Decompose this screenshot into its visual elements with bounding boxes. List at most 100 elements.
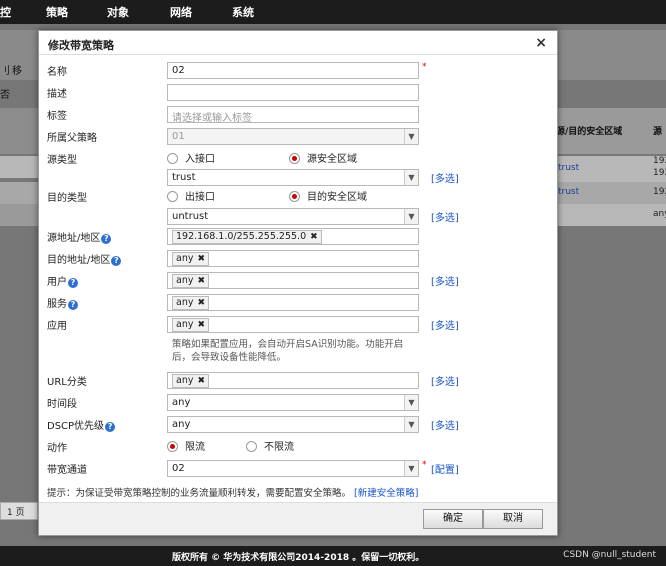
radio-inbound-interface[interactable]: 入接口 — [167, 150, 215, 165]
create-security-policy-link[interactable]: [新建安全策略] — [354, 488, 418, 499]
user-input[interactable]: any ✖ — [167, 272, 419, 289]
radio-destination-zone[interactable]: 目的安全区域 — [289, 188, 367, 203]
radio-source-zone[interactable]: 源安全区域 — [289, 150, 357, 165]
help-icon[interactable]: ? — [101, 234, 112, 244]
radio-dot[interactable] — [167, 153, 178, 164]
table-row-left — [0, 204, 38, 226]
pager[interactable]: 1 页 — [0, 502, 38, 520]
radio-dot-selected[interactable] — [289, 191, 300, 202]
nav-item-system[interactable]: 系统 — [232, 4, 254, 20]
time-range-select[interactable]: any ▼ — [167, 394, 419, 411]
chevron-down-icon[interactable]: ▼ — [404, 417, 418, 432]
service-label: 服务? — [47, 295, 78, 310]
nav-item-policy[interactable]: 策略 — [46, 4, 68, 20]
required-mark: * — [422, 460, 427, 470]
parent-policy-select: 01 ▼ — [167, 128, 419, 145]
tag-label: 标签 — [47, 111, 67, 122]
url-category-label: URL分类 — [47, 377, 87, 388]
chevron-down-icon[interactable]: ▼ — [404, 395, 418, 410]
dialog-title: 修改带宽策略 — [48, 39, 114, 52]
name-input[interactable]: 02 — [167, 62, 419, 79]
bandwidth-channel-select[interactable]: 02 ▼ — [167, 460, 419, 477]
remove-tag-icon[interactable]: ✖ — [197, 298, 205, 308]
destination-zone-select[interactable]: untrust ▼ — [167, 208, 419, 225]
destination-zone-multiselect-link[interactable]: [多选] — [431, 209, 459, 224]
service-input[interactable]: any ✖ — [167, 294, 419, 311]
remove-tag-icon[interactable]: ✖ — [197, 320, 205, 330]
radio-no-limit[interactable]: 不限流 — [246, 438, 294, 453]
radio-dot-selected[interactable] — [167, 441, 178, 452]
required-mark: * — [422, 62, 427, 72]
cancel-button[interactable]: 取消 — [483, 509, 543, 529]
radio-outbound-interface[interactable]: 出接口 — [167, 188, 215, 203]
parent-policy-value: 01 — [172, 131, 185, 142]
application-note: 策略如果配置应用，会自动开启SA识别功能。功能开启后，会导致设备性能降低。 — [172, 339, 404, 363]
description-input[interactable] — [167, 84, 419, 101]
source-address-label: 源地址/地区? — [47, 229, 112, 244]
source-address-input[interactable]: 192.168.1.0/255.255.255.0 ✖ — [167, 228, 419, 245]
toolbar-item-c: 否 — [0, 90, 10, 101]
chevron-down-icon[interactable]: ▼ — [404, 170, 418, 185]
destination-type-label: 目的类型 — [47, 193, 87, 204]
user-label: 用户? — [47, 273, 78, 288]
nav-item-network[interactable]: 网络 — [170, 4, 192, 20]
radio-dot[interactable] — [167, 191, 178, 202]
col-header-src: 源 — [653, 127, 663, 137]
dialog-footer: 确定 取消 — [39, 502, 557, 535]
radio-dot[interactable] — [246, 441, 257, 452]
application-multiselect-link[interactable]: [多选] — [431, 317, 459, 332]
destination-address-input[interactable]: any ✖ — [167, 250, 419, 267]
remove-tag-icon[interactable]: ✖ — [197, 276, 205, 286]
bandwidth-channel-config-link[interactable]: [配置] — [431, 461, 459, 476]
help-icon[interactable]: ? — [111, 256, 122, 266]
modify-bandwidth-policy-dialog: 修改带宽策略 × 名称 02 * 描述 标签 请选择或输入标签 所属父策略 01… — [38, 30, 558, 536]
help-icon[interactable]: ? — [68, 300, 78, 310]
application-label: 应用 — [47, 321, 67, 332]
chevron-down-icon[interactable]: ▼ — [404, 461, 418, 476]
source-zone-select[interactable]: trust ▼ — [167, 169, 419, 186]
source-zone-multiselect-link[interactable]: [多选] — [431, 170, 459, 185]
nav-item-monitor[interactable]: 控 — [0, 4, 11, 20]
url-multiselect-link[interactable]: [多选] — [431, 373, 459, 388]
top-nav: 控 策略 对象 网络 系统 — [0, 0, 666, 24]
radio-limit[interactable]: 限流 — [167, 438, 205, 453]
table-row[interactable]: any — [558, 204, 666, 226]
remove-tag-icon[interactable]: ✖ — [197, 254, 205, 264]
nav-item-object[interactable]: 对象 — [107, 4, 129, 20]
remove-tag-icon[interactable]: ✖ — [310, 232, 318, 242]
table-row[interactable]: trust 192 — [558, 182, 666, 204]
background-table-header-left — [0, 108, 38, 154]
col-header-zone: 源/目的安全区域 — [556, 127, 623, 137]
radio-dot-selected[interactable] — [289, 153, 300, 164]
help-icon[interactable]: ? — [68, 278, 78, 288]
toolbar-item-a[interactable]: 刂 — [0, 62, 10, 77]
footer: 版权所有 © 华为技术有限公司2014-2018 。保留一切权利。 CSDN @… — [0, 546, 666, 566]
dscp-select[interactable]: any ▼ — [167, 416, 419, 433]
close-icon[interactable]: × — [535, 35, 547, 51]
dscp-label: DSCP优先级? — [47, 417, 116, 432]
remove-tag-icon[interactable]: ✖ — [197, 376, 205, 386]
parent-policy-label: 所属父策略 — [47, 133, 97, 144]
url-category-input[interactable]: any ✖ — [167, 372, 419, 389]
address-tag: 192.168.1.0/255.255.255.0 ✖ — [172, 230, 322, 244]
name-label: 名称 — [47, 67, 67, 78]
watermark-text: CSDN @null_student — [563, 550, 656, 560]
user-tag: any ✖ — [172, 274, 210, 288]
table-row[interactable]: trust 192 192 — [558, 156, 666, 182]
destination-address-label: 目的地址/地区? — [47, 251, 122, 266]
background-table-header: 源/目的安全区域 源 — [556, 108, 666, 154]
chevron-down-icon[interactable]: ▼ — [404, 209, 418, 224]
tag-input[interactable]: 请选择或输入标签 — [167, 106, 419, 123]
source-type-label: 源类型 — [47, 155, 77, 166]
ok-button[interactable]: 确定 — [423, 509, 483, 529]
tip-text: 提示：为保证受带宽策略控制的业务流量顺利转发，需要配置安全策略。 [新建安全策略… — [47, 488, 419, 499]
toolbar-item-move[interactable]: 移 — [12, 62, 22, 77]
application-input[interactable]: any ✖ — [167, 316, 419, 333]
time-range-label: 时间段 — [47, 399, 77, 410]
help-icon[interactable]: ? — [105, 422, 116, 432]
description-label: 描述 — [47, 89, 67, 100]
service-tag: any ✖ — [172, 296, 210, 310]
dscp-multiselect-link[interactable]: [多选] — [431, 417, 459, 432]
user-multiselect-link[interactable]: [多选] — [431, 273, 459, 288]
address-tag: any ✖ — [172, 252, 210, 266]
